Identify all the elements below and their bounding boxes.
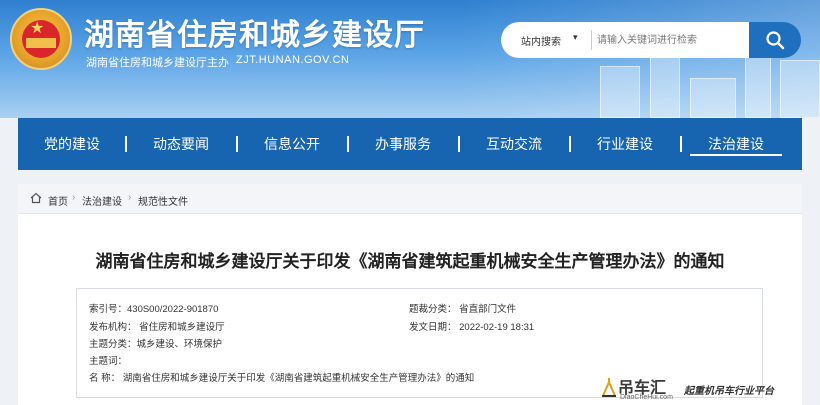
nav-item-news[interactable]: 动态要闻 xyxy=(127,118,235,170)
site-url: ZJT.HUNAN.GOV.CN xyxy=(236,54,350,66)
nav-item-label: 法治建设 xyxy=(708,136,764,152)
building-silhouette xyxy=(650,48,680,118)
chevron-right-icon: › xyxy=(72,192,76,203)
watermark-slogan: 起重机吊车行业平台 xyxy=(684,386,774,397)
site-header: ★ 湖南省住房和城乡建设厅 湖南省住房和城乡建设厅主办 ZJT.HUNAN.GO… xyxy=(0,0,820,118)
meta-date: 发文日期： 2022-02-19 18:31 xyxy=(409,322,535,333)
building-silhouette xyxy=(780,60,820,118)
crane-hook-icon xyxy=(602,378,616,397)
nav-item-rule-of-law[interactable]: 法治建设 xyxy=(682,118,790,170)
breadcrumb-normative-docs[interactable]: 规范性文件 xyxy=(138,193,188,208)
building-silhouette xyxy=(690,78,736,118)
national-emblem-icon: ★ xyxy=(10,8,72,70)
watermark-domain: DiaoCheHui.com xyxy=(620,394,673,401)
nav-item-label: 行业建设 xyxy=(597,136,653,152)
building-silhouette xyxy=(600,66,640,118)
meta-name: 名 称： 湖南省住房和城乡建设厅关于印发《湖南省建筑起重机械安全生产管理办法》的… xyxy=(89,373,475,384)
nav-item-party-building[interactable]: 党的建设 xyxy=(18,118,126,170)
nav-item-label: 动态要闻 xyxy=(153,136,209,152)
nav-item-label: 办事服务 xyxy=(375,136,431,152)
meta-keywords: 主题词： xyxy=(89,356,128,367)
nav-item-interaction[interactable]: 互动交流 xyxy=(460,118,568,170)
meta-index-no: 索引号：430S00/2022-901870 xyxy=(89,304,219,315)
search-scope-select[interactable]: 站内搜索 xyxy=(521,33,561,48)
watermark: 吊车汇 DiaoCheHui.com 起重机吊车行业平台 xyxy=(592,372,820,405)
site-title[interactable]: 湖南省住房和城乡建设厅 xyxy=(84,10,425,54)
nav-item-label: 互动交流 xyxy=(486,136,542,152)
search-icon xyxy=(766,31,785,50)
breadcrumb-home[interactable]: 首页 xyxy=(48,193,68,208)
meta-genre: 题裁分类： 省直部门文件 xyxy=(409,304,517,315)
main-nav: 党的建设 动态要闻 信息公开 办事服务 互动交流 行业建设 法治建设 xyxy=(18,118,802,170)
nav-item-industry[interactable]: 行业建设 xyxy=(571,118,679,170)
meta-topic: 主题分类：城乡建设、环境保护 xyxy=(89,339,223,350)
article-title: 湖南省住房和城乡建设厅关于印发《湖南省建筑起重机械安全生产管理办法》的通知 xyxy=(95,252,725,271)
search-box: 站内搜索 ▾ xyxy=(501,22,749,58)
breadcrumb: 首页 › 法治建设 › 规范性文件 xyxy=(18,184,802,214)
search-divider xyxy=(591,30,592,50)
search-input[interactable] xyxy=(597,30,745,50)
nav-item-label: 党的建设 xyxy=(44,136,100,152)
active-underline xyxy=(690,154,782,156)
home-icon xyxy=(30,192,42,204)
nav-item-info-disclosure[interactable]: 信息公开 xyxy=(238,118,346,170)
chevron-down-icon[interactable]: ▾ xyxy=(573,32,578,43)
nav-item-label: 信息公开 xyxy=(264,136,320,152)
breadcrumb-rule-of-law[interactable]: 法治建设 xyxy=(82,193,122,208)
chevron-right-icon: › xyxy=(128,192,132,203)
nav-item-services[interactable]: 办事服务 xyxy=(349,118,457,170)
search-button[interactable] xyxy=(749,22,801,58)
site-sponsor: 湖南省住房和城乡建设厅主办 xyxy=(86,57,229,69)
meta-publisher: 发布机构： 省住房和城乡建设厅 xyxy=(89,322,225,333)
